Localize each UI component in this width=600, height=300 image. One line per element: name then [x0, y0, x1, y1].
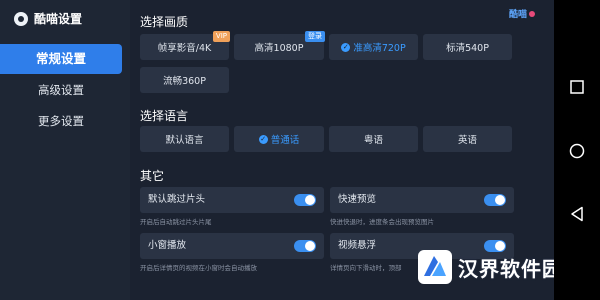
setting-label: 默认跳过片头: [148, 194, 206, 205]
language-option-default[interactable]: 默认语言: [140, 126, 229, 152]
recent-apps-button[interactable]: [567, 77, 587, 97]
corner-logo-text: 酷喵: [509, 10, 528, 20]
quality-option-1080p[interactable]: 高清1080P 登录: [234, 31, 325, 60]
setting-quick-preview[interactable]: 快速预览: [330, 187, 514, 213]
vip-badge: VIP: [212, 31, 230, 42]
language-option-cantonese[interactable]: 粤语: [329, 126, 418, 152]
language-option-mandarin[interactable]: ✓ 普通话: [234, 126, 324, 152]
recent-apps-icon: [570, 80, 584, 94]
sidebar-item-advanced[interactable]: 高级设置: [0, 75, 122, 105]
sidebar-item-general[interactable]: 常规设置: [0, 44, 122, 74]
quality-section-title: 选择画质: [140, 15, 189, 29]
language-section-title: 选择语言: [140, 109, 189, 123]
setting-description: 详情页向下滑动时，顶部: [330, 264, 402, 272]
quality-option-360p[interactable]: 流畅360P: [140, 67, 229, 93]
sidebar-item-more[interactable]: 更多设置: [0, 106, 122, 136]
quality-option-label: 准高清720P: [353, 43, 406, 54]
setting-description: 快进快退时，进度条会出现预览图片: [330, 218, 434, 226]
home-button[interactable]: [567, 141, 587, 161]
language-option-english[interactable]: 英语: [423, 126, 512, 152]
language-option-label: 普通话: [270, 135, 300, 146]
watermark-logo-icon: [418, 250, 452, 284]
quality-option-4k[interactable]: 帧享影音/4K VIP: [140, 31, 230, 60]
login-badge: 登录: [305, 31, 325, 42]
language-option-label: 粤语: [363, 135, 383, 146]
quality-option-540p[interactable]: 标清540P: [423, 34, 512, 60]
quality-option-label: 流畅360P: [163, 76, 206, 87]
quality-option-label: 帧享影音/4K: [157, 43, 212, 54]
other-section-title: 其它: [140, 169, 165, 183]
sidebar-title: 酷喵设置: [34, 12, 83, 26]
corner-logo-icon: [529, 10, 536, 17]
home-icon: [569, 143, 585, 159]
check-icon: ✓: [258, 134, 268, 144]
language-option-label: 默认语言: [165, 135, 204, 146]
sidebar: 酷喵设置 常规设置 高级设置 更多设置: [0, 0, 130, 300]
watermark-text: 汉界软件园: [458, 256, 563, 281]
watermark: 汉界软件园: [418, 250, 563, 284]
check-icon: ✓: [341, 42, 351, 52]
sidebar-nav: 常规设置 高级设置 更多设置: [0, 44, 130, 137]
brand: 酷喵设置: [14, 10, 82, 27]
setting-description: 开启后详情页的视频在小窗时会自动播放: [140, 264, 257, 272]
back-icon: [571, 206, 583, 222]
android-navigation-bar: [554, 0, 600, 300]
quality-option-label: 高清1080P: [254, 43, 304, 54]
back-button[interactable]: [567, 204, 587, 224]
skip-intro-toggle[interactable]: [294, 194, 316, 206]
kumiao-logo-icon: [14, 11, 28, 26]
setting-description: 开启后自动跳过片头片尾: [140, 218, 212, 226]
setting-label: 快速预览: [338, 194, 377, 205]
setting-label: 视频悬浮: [338, 240, 377, 251]
corner-logo: 酷喵: [509, 7, 536, 20]
quick-preview-toggle[interactable]: [484, 194, 506, 206]
mini-window-toggle[interactable]: [294, 240, 316, 252]
language-option-label: 英语: [457, 135, 477, 146]
setting-skip-intro[interactable]: 默认跳过片头: [140, 187, 324, 213]
setting-mini-window[interactable]: 小窗播放: [140, 233, 324, 259]
setting-label: 小窗播放: [148, 240, 187, 251]
quality-option-720p[interactable]: ✓ 准高清720P: [329, 34, 418, 60]
quality-option-label: 标清540P: [446, 43, 489, 54]
